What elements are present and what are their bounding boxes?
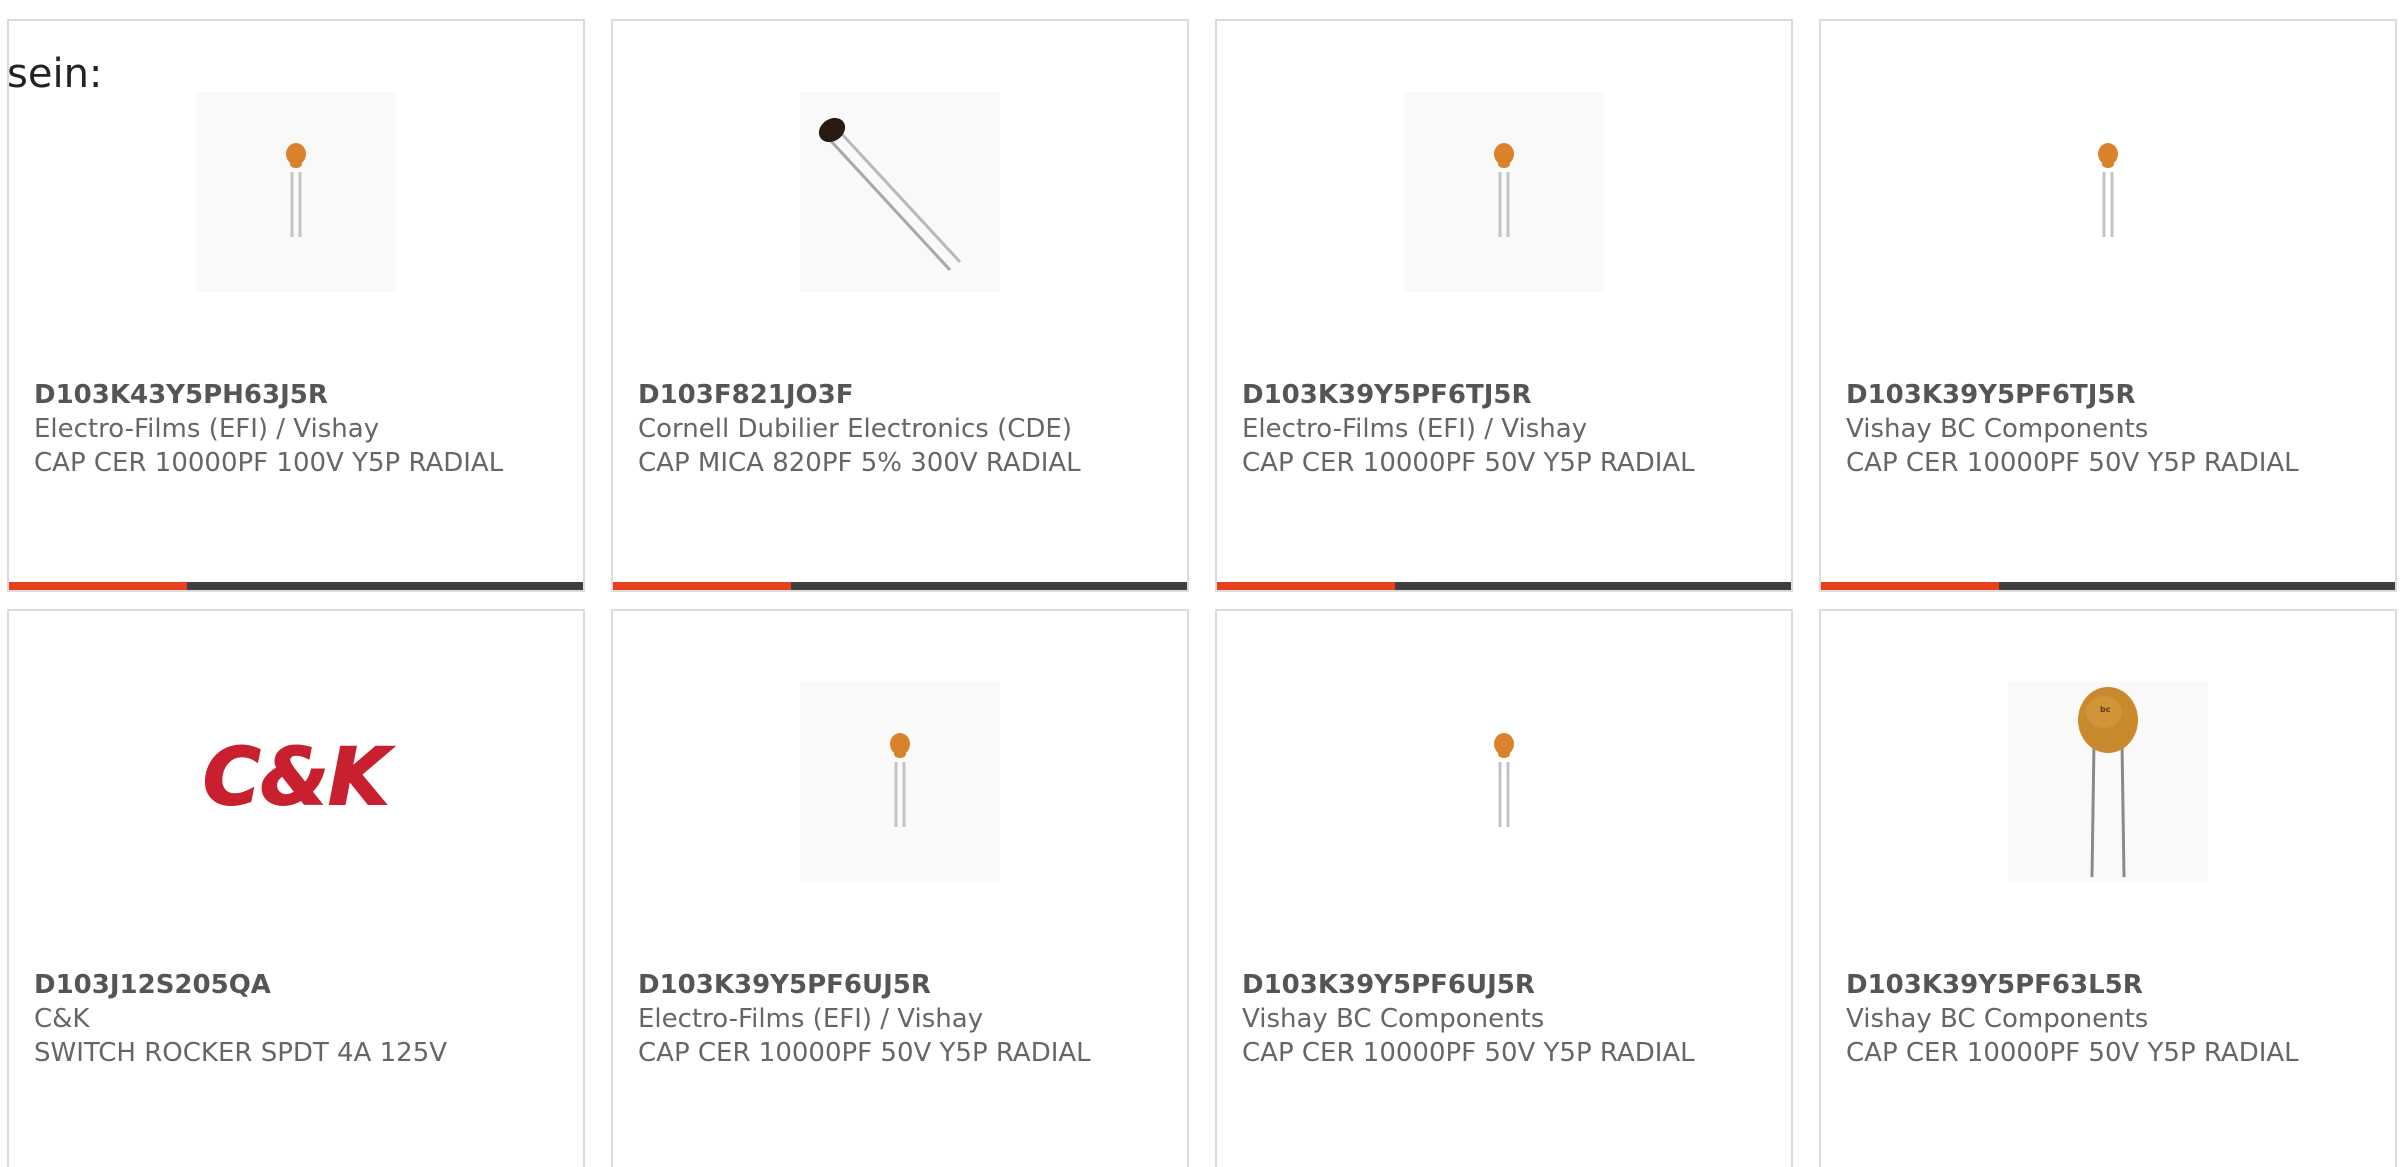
description: SWITCH ROCKER SPDT 4A 125V xyxy=(34,1038,448,1068)
product-card[interactable]: D103K39Y5PF6UJ5R Vishay BC Components CA… xyxy=(1215,609,1793,1167)
product-card[interactable]: bc D103K39Y5PF63L5R Vishay BC Components… xyxy=(1819,609,2397,1167)
product-info: D103K39Y5PF63L5R Vishay BC Components CA… xyxy=(1846,968,2375,1070)
product-info: D103F821JO3F Cornell Dubilier Electronic… xyxy=(638,378,1167,480)
progress-fill xyxy=(613,582,791,590)
product-card[interactable]: D103F821JO3F Cornell Dubilier Electronic… xyxy=(611,19,1189,592)
description: CAP CER 10000PF 50V Y5P RADIAL xyxy=(1242,448,1695,478)
small-ceramic-capacitor-icon xyxy=(2008,92,2208,292)
part-number[interactable]: D103K39Y5PF6UJ5R xyxy=(638,968,1167,1002)
intro-text: sein: xyxy=(7,51,103,97)
manufacturer: Electro-Films (EFI) / Vishay xyxy=(34,414,380,444)
progress-bar xyxy=(1821,582,2395,590)
product-card[interactable]: D103K43Y5PH63J5R Electro-Films (EFI) / V… xyxy=(7,19,585,592)
small-ceramic-capacitor-icon xyxy=(196,92,396,292)
description: CAP CER 10000PF 50V Y5P RADIAL xyxy=(1242,1038,1695,1068)
product-info: D103K39Y5PF6TJ5R Electro-Films (EFI) / V… xyxy=(1242,378,1771,480)
mica-capacitor-icon xyxy=(800,92,1000,292)
product-grid-page: sein: D103K43Y5PH63J5R Electro-Films (EF… xyxy=(0,0,2400,1167)
small-ceramic-capacitor-icon xyxy=(1404,92,1604,292)
part-number[interactable]: D103K39Y5PF63L5R xyxy=(1846,968,2375,1002)
manufacturer: Vishay BC Components xyxy=(1242,1004,1545,1034)
product-card[interactable]: C&K ® D103J12S205QA C&K SWITCH ROCKER SP… xyxy=(7,609,585,1167)
progress-bar xyxy=(613,582,1187,590)
ck-logo-text: C&K xyxy=(203,733,394,823)
product-info: D103K39Y5PF6TJ5R Vishay BC Components CA… xyxy=(1846,378,2375,480)
manufacturer: Electro-Films (EFI) / Vishay xyxy=(638,1004,984,1034)
part-number[interactable]: D103K43Y5PH63J5R xyxy=(34,378,563,412)
product-info: D103K39Y5PF6UJ5R Electro-Films (EFI) / V… xyxy=(638,968,1167,1070)
manufacturer: Cornell Dubilier Electronics (CDE) xyxy=(638,414,1072,444)
product-info: D103K43Y5PH63J5R Electro-Films (EFI) / V… xyxy=(34,378,563,480)
part-number[interactable]: D103K39Y5PF6TJ5R xyxy=(1242,378,1771,412)
svg-text:bc: bc xyxy=(2100,705,2111,714)
description: CAP CER 10000PF 50V Y5P RADIAL xyxy=(1846,1038,2299,1068)
part-number[interactable]: D103J12S205QA xyxy=(34,968,563,1002)
description: CAP CER 10000PF 50V Y5P RADIAL xyxy=(638,1038,1091,1068)
manufacturer: Vishay BC Components xyxy=(1846,414,2149,444)
progress-bar xyxy=(9,582,583,590)
part-number[interactable]: D103K39Y5PF6TJ5R xyxy=(1846,378,2375,412)
product-card[interactable]: D103K39Y5PF6UJ5R Electro-Films (EFI) / V… xyxy=(611,609,1189,1167)
manufacturer: C&K xyxy=(34,1004,90,1034)
product-card[interactable]: D103K39Y5PF6TJ5R Electro-Films (EFI) / V… xyxy=(1215,19,1793,592)
product-info: D103K39Y5PF6UJ5R Vishay BC Components CA… xyxy=(1242,968,1771,1070)
ck-logo: C&K ® xyxy=(196,682,396,882)
description: CAP CER 10000PF 100V Y5P RADIAL xyxy=(34,448,504,478)
product-info: D103J12S205QA C&K SWITCH ROCKER SPDT 4A … xyxy=(34,968,563,1070)
manufacturer: Electro-Films (EFI) / Vishay xyxy=(1242,414,1588,444)
large-disc-capacitor-icon: bc xyxy=(2008,682,2208,882)
manufacturer: Vishay BC Components xyxy=(1846,1004,2149,1034)
description: CAP MICA 820PF 5% 300V RADIAL xyxy=(638,448,1081,478)
progress-fill xyxy=(1217,582,1395,590)
small-ceramic-capacitor-icon xyxy=(800,682,1000,882)
small-ceramic-capacitor-icon xyxy=(1404,682,1604,882)
progress-fill xyxy=(9,582,187,590)
svg-text:®: ® xyxy=(374,749,382,758)
progress-bar xyxy=(1217,582,1791,590)
progress-fill xyxy=(1821,582,1999,590)
part-number[interactable]: D103F821JO3F xyxy=(638,378,1167,412)
product-card[interactable]: D103K39Y5PF6TJ5R Vishay BC Components CA… xyxy=(1819,19,2397,592)
part-number[interactable]: D103K39Y5PF6UJ5R xyxy=(1242,968,1771,1002)
description: CAP CER 10000PF 50V Y5P RADIAL xyxy=(1846,448,2299,478)
